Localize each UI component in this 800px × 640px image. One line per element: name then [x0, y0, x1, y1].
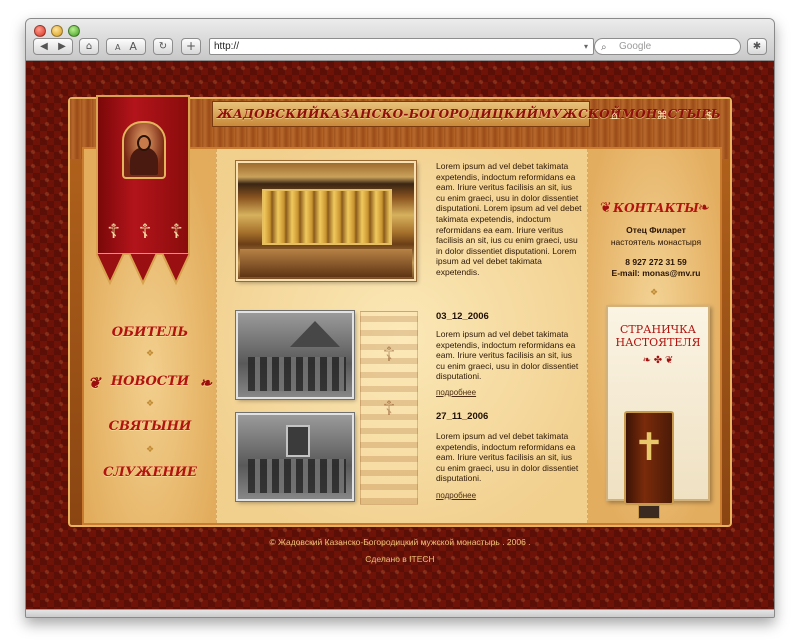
- bug-icon: ✱: [752, 41, 762, 52]
- footer-copyright: © Жадовский Казанско-Богородицкий мужско…: [269, 537, 531, 547]
- page-viewport: ЖАДОВСКИЙ КАЗАНСКО-БОГОРОДИЦКИЙ МУЖСКОЙ …: [26, 61, 774, 609]
- nav-item-shrines[interactable]: СВЯТЫНИ: [88, 419, 212, 434]
- church-banner: ☦ ☦ ☦: [96, 95, 190, 286]
- search-input[interactable]: ⌕ Google: [594, 38, 741, 55]
- cross-icon: ☦: [382, 342, 396, 366]
- nav-item-news[interactable]: ❦ НОВОСТИ ❧: [88, 374, 212, 392]
- nav-item-service[interactable]: СЛУЖЕНИЕ: [88, 465, 212, 480]
- browser-toolbar: ◀ ▶ ⌂ A A ↻ + http:// ▾ ⌕ Google ✱: [26, 19, 774, 61]
- contact-email[interactable]: E-mail: monas@mv.ru: [592, 268, 720, 278]
- procession-photo: [236, 311, 354, 399]
- news-text: Lorem ipsum ad vel debet takimata expete…: [436, 329, 579, 382]
- pastor-title-line: НАСТОЯТЕЛЯ: [615, 336, 701, 349]
- ornament-left-icon: ❦: [88, 374, 101, 392]
- reload-icon: ↻: [158, 41, 168, 52]
- icon-procession-photo: [236, 413, 354, 501]
- address-bar[interactable]: http://: [209, 38, 594, 55]
- right-separator: ❖: [650, 287, 659, 297]
- banner-cloth: ☦ ☦ ☦: [96, 95, 190, 255]
- nav-item-monastery[interactable]: ОБИТЕЛЬ: [88, 325, 212, 340]
- text-bigger-button[interactable]: A: [129, 40, 137, 53]
- more-link[interactable]: подробнее: [436, 388, 476, 397]
- home-button[interactable]: ⌂: [79, 38, 99, 55]
- orthodox-cross-icon: ☦: [138, 219, 152, 243]
- banner-tails: [96, 253, 190, 286]
- faded-ornament-strip: ☦ ☦: [360, 311, 418, 505]
- browser-window: ◀ ▶ ⌂ A A ↻ + http:// ▾ ⌕ Google ✱ ЖАДОВС…: [25, 18, 775, 618]
- news-date: 27_11_2006: [436, 411, 489, 422]
- search-placeholder: Google: [619, 41, 652, 52]
- site-title-word: ЖАДОВСКИЙ: [217, 107, 320, 121]
- pastor-page-title: СТРАНИЧКА НАСТОЯТЕЛЯ: [608, 323, 708, 349]
- pastor-title-line: СТРАНИЧКА: [619, 323, 697, 336]
- bible-book-icon[interactable]: ✝: [624, 411, 674, 505]
- sitemap-icon[interactable]: ⌘: [656, 109, 667, 122]
- nav-separator: ❖: [145, 348, 155, 358]
- text-size-group: A A: [106, 38, 146, 55]
- back-forward-group: ◀ ▶: [33, 38, 73, 55]
- home-icon: ⌂: [85, 41, 93, 52]
- status-bar: [26, 609, 774, 617]
- contact-name: Отец Филарет: [626, 225, 686, 235]
- cross-icon: ✝: [633, 425, 665, 469]
- orthodox-cross-icon: ☦: [169, 219, 183, 243]
- madonna-icon: [122, 121, 166, 179]
- contact-role: настоятель монастыря: [610, 237, 702, 247]
- book-clasp-icon: [638, 505, 660, 519]
- nav-separator: ❖: [145, 398, 155, 408]
- forward-arrow-icon[interactable]: ▶: [53, 39, 71, 54]
- top-icon-bar: ⌂ ⌘ $: [592, 103, 732, 127]
- intro-text: Lorem ipsum ad vel debet takimata expete…: [436, 161, 582, 277]
- search-icon: ⌕: [601, 42, 607, 53]
- nav-separator: ❖: [145, 444, 155, 454]
- plus-icon: +: [185, 39, 197, 53]
- reload-button[interactable]: ↻: [153, 38, 173, 55]
- add-bookmark-button[interactable]: +: [181, 38, 201, 55]
- more-link[interactable]: подробнее: [436, 491, 476, 500]
- floral-ornament-icon: ❧ ✤ ❦: [642, 355, 674, 366]
- orthodox-cross-icon: ☦: [107, 219, 121, 243]
- nav-item-label: НОВОСТИ: [110, 374, 190, 389]
- minimize-window-button[interactable]: [51, 25, 63, 37]
- news-text: Lorem ipsum ad vel debet takimata expete…: [436, 431, 579, 484]
- banner-crosses: ☦ ☦ ☦: [98, 219, 192, 243]
- mail-icon[interactable]: $: [706, 109, 713, 122]
- address-text: http://: [214, 41, 240, 52]
- home-icon[interactable]: ⌂: [611, 109, 618, 122]
- text-smaller-button[interactable]: A: [115, 43, 120, 52]
- zoom-window-button[interactable]: [68, 25, 80, 37]
- back-arrow-icon[interactable]: ◀: [35, 39, 53, 54]
- contact-phone: 8 927 272 31 59: [625, 257, 687, 267]
- bug-report-button[interactable]: ✱: [747, 38, 767, 55]
- ornament-right-icon: ❧: [199, 374, 212, 392]
- footer-credit[interactable]: Сделано в ITECH: [26, 554, 774, 564]
- ornament-right-icon: ❧: [698, 199, 710, 215]
- cross-icon: ☦: [382, 396, 396, 420]
- news-date: 03_12_2006: [436, 311, 489, 322]
- site-title-word: КАЗАНСКО-БОГОРОДИЦКИЙ: [319, 107, 539, 121]
- close-window-button[interactable]: [34, 25, 46, 37]
- site-title-strip: ЖАДОВСКИЙ КАЗАНСКО-БОГОРОДИЦКИЙ МУЖСКОЙ …: [212, 101, 721, 127]
- church-interior-photo: [236, 161, 416, 281]
